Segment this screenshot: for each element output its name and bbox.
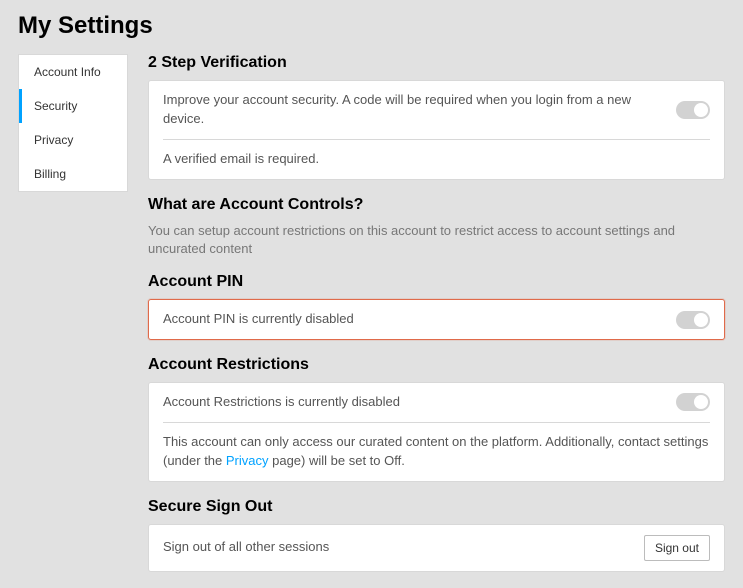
- account-pin-toggle[interactable]: [676, 311, 710, 329]
- two-step-card: Improve your account security. A code wi…: [148, 80, 725, 180]
- account-controls-title: What are Account Controls?: [148, 196, 725, 214]
- secure-signout-title: Secure Sign Out: [148, 498, 725, 516]
- toggle-knob-icon: [694, 313, 708, 327]
- sidebar-item-security[interactable]: Security: [19, 89, 127, 123]
- sign-out-button[interactable]: Sign out: [644, 535, 710, 561]
- restrictions-note-suffix: page) will be set to Off.: [269, 453, 405, 468]
- account-restrictions-status: Account Restrictions is currently disabl…: [163, 393, 400, 412]
- account-restrictions-title: Account Restrictions: [148, 356, 725, 374]
- toggle-knob-icon: [694, 395, 708, 409]
- content-wrapper: Account Info Security Privacy Billing 2 …: [0, 54, 743, 588]
- secure-signout-description: Sign out of all other sessions: [163, 538, 329, 557]
- account-pin-card: Account PIN is currently disabled: [148, 299, 725, 340]
- two-step-description: Improve your account security. A code wi…: [163, 91, 662, 129]
- privacy-link[interactable]: Privacy: [226, 453, 269, 468]
- account-pin-status: Account PIN is currently disabled: [163, 310, 354, 329]
- two-step-note: A verified email is required.: [149, 140, 724, 179]
- sidebar-item-billing[interactable]: Billing: [19, 157, 127, 191]
- account-pin-title: Account PIN: [148, 273, 725, 291]
- secure-signout-card: Sign out of all other sessions Sign out: [148, 524, 725, 572]
- sidebar-item-label: Billing: [34, 167, 66, 181]
- two-step-toggle[interactable]: [676, 101, 710, 119]
- account-controls-description: You can setup account restrictions on th…: [148, 222, 725, 260]
- page-title: My Settings: [0, 0, 743, 54]
- toggle-knob-icon: [694, 103, 708, 117]
- sidebar: Account Info Security Privacy Billing: [18, 54, 128, 192]
- sidebar-item-label: Security: [34, 99, 77, 113]
- account-restrictions-toggle[interactable]: [676, 393, 710, 411]
- account-restrictions-note: This account can only access our curated…: [149, 423, 724, 481]
- account-restrictions-card: Account Restrictions is currently disabl…: [148, 382, 725, 482]
- sidebar-item-privacy[interactable]: Privacy: [19, 123, 127, 157]
- sidebar-item-label: Account Info: [34, 65, 101, 79]
- sidebar-item-label: Privacy: [34, 133, 73, 147]
- two-step-title: 2 Step Verification: [148, 54, 725, 72]
- main-panel: 2 Step Verification Improve your account…: [128, 54, 725, 588]
- sidebar-item-account-info[interactable]: Account Info: [19, 55, 127, 89]
